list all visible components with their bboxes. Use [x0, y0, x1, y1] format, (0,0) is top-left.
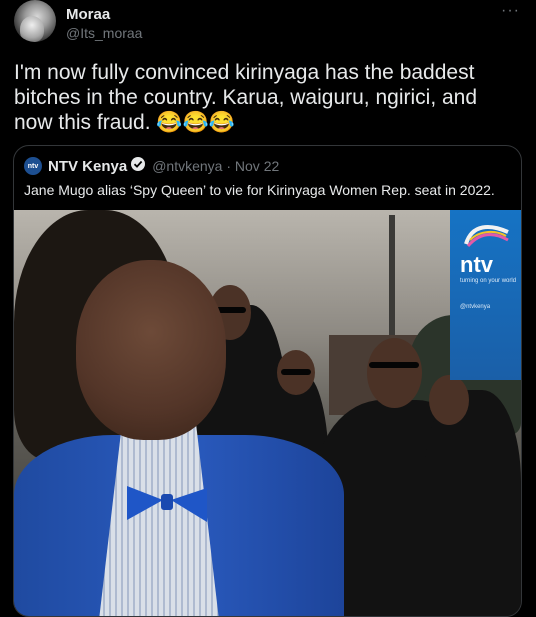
quoted-text: Jane Mugo alias ‘Spy Queen’ to vie for K…	[24, 182, 495, 198]
woman-face	[76, 260, 226, 440]
quoted-tweet-header: ntv NTV Kenya @ntvkenya · Nov 22	[24, 156, 279, 176]
quoted-avatar[interactable]: ntv	[24, 157, 42, 175]
more-horizontal-icon[interactable]: ···	[501, 2, 520, 20]
radio-tower	[389, 215, 395, 335]
user-handle[interactable]: @Its_moraa	[66, 25, 142, 41]
laughing-emoji: 😂😂😂	[156, 111, 235, 134]
ntv-logo: ntv turning on your world @ntvkenya	[450, 210, 521, 380]
quoted-tweet[interactable]: ntv NTV Kenya @ntvkenya · Nov 22 Jane Mu…	[13, 145, 522, 617]
ntv-logo-word: ntv	[460, 252, 493, 277]
verified-icon	[130, 156, 146, 177]
sunglasses-icon	[281, 369, 311, 375]
quoted-name[interactable]: NTV Kenya	[48, 158, 127, 175]
user-avatar[interactable]	[14, 0, 56, 42]
tweet-text: I'm now fully convinced kirinyaga has th…	[14, 60, 519, 135]
guard-head	[429, 375, 469, 425]
guard-head	[367, 338, 422, 408]
user-name[interactable]: Moraa	[66, 6, 110, 23]
tweet-body: I'm now fully convinced kirinyaga has th…	[14, 61, 478, 134]
ntv-swirl-icon	[464, 225, 509, 248]
quoted-handle[interactable]: @ntvkenya · Nov 22	[152, 158, 279, 174]
guard-figure	[424, 390, 521, 616]
bow-tie-icon	[127, 482, 207, 529]
quoted-photo[interactable]: ntv turning on your world @ntvkenya	[14, 210, 521, 616]
ntv-logo-social: @ntvkenya	[460, 304, 491, 310]
ntv-logo-tagline: turning on your world	[460, 278, 517, 284]
sunglasses-icon	[369, 362, 419, 368]
